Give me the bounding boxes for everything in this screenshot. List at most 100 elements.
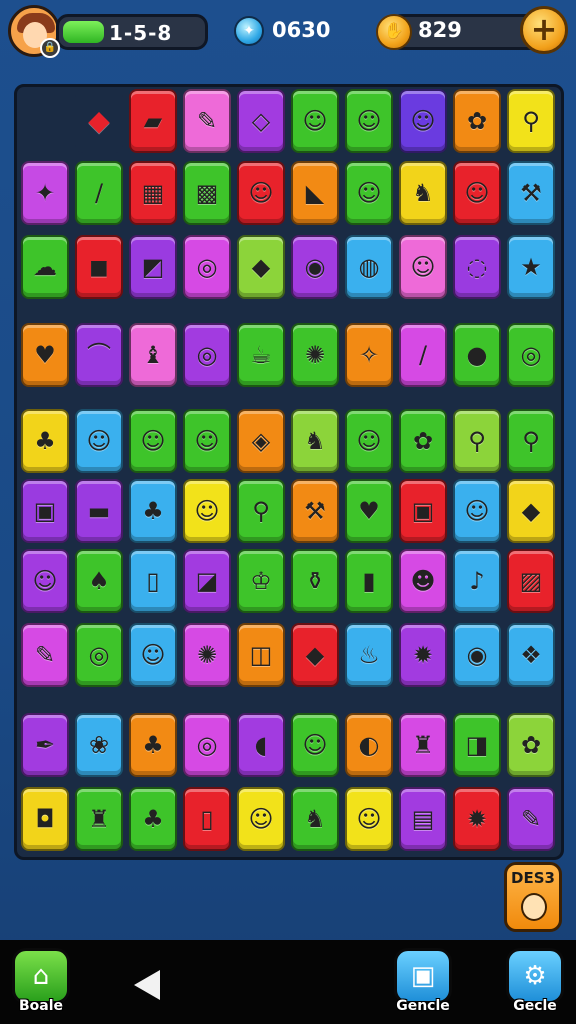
- game-tile[interactable]: ☺: [453, 161, 501, 225]
- game-tile[interactable]: ☁: [21, 235, 69, 299]
- game-tile[interactable]: ◖: [237, 713, 285, 777]
- game-tile[interactable]: ◨: [453, 713, 501, 777]
- game-tile[interactable]: ⚒: [507, 161, 555, 225]
- game-tile[interactable]: ▬: [75, 479, 123, 543]
- game-tile[interactable]: ⚲: [237, 479, 285, 543]
- game-tile[interactable]: ▯: [183, 787, 231, 851]
- game-tile[interactable]: ♣: [129, 713, 177, 777]
- game-tile[interactable]: ◍: [345, 235, 393, 299]
- game-tile[interactable]: ☺: [183, 479, 231, 543]
- game-tile[interactable]: ☺: [129, 623, 177, 687]
- back-arrow-icon[interactable]: [134, 970, 160, 1000]
- game-tile[interactable]: ▤: [399, 787, 447, 851]
- game-tile[interactable]: ◫: [237, 623, 285, 687]
- game-tile[interactable]: ☺: [75, 409, 123, 473]
- game-tile[interactable]: ☕: [237, 323, 285, 387]
- game-tile[interactable]: ▣: [399, 479, 447, 543]
- game-tile[interactable]: ❖: [507, 623, 555, 687]
- game-tile[interactable]: ◩: [129, 235, 177, 299]
- game-tile[interactable]: ▩: [183, 161, 231, 225]
- game-tile[interactable]: ✒: [21, 713, 69, 777]
- game-tile[interactable]: ◎: [75, 623, 123, 687]
- game-tile[interactable]: ♥: [21, 323, 69, 387]
- game-tile[interactable]: ◎: [183, 235, 231, 299]
- game-tile[interactable]: /: [399, 323, 447, 387]
- game-tile[interactable]: ✿: [453, 89, 501, 153]
- home-button[interactable]: ⌂: [12, 948, 70, 1004]
- game-tile[interactable]: ◐: [345, 713, 393, 777]
- game-tile[interactable]: ♞: [291, 409, 339, 473]
- game-tile[interactable]: ◼: [75, 235, 123, 299]
- game-tile[interactable]: ▰: [129, 89, 177, 153]
- game-tile[interactable]: ✎: [183, 89, 231, 153]
- game-tile[interactable]: ◉: [453, 623, 501, 687]
- game-tile[interactable]: ♨: [345, 623, 393, 687]
- game-tile[interactable]: ▦: [129, 161, 177, 225]
- game-tile[interactable]: ☺: [345, 89, 393, 153]
- game-tile[interactable]: ☺: [399, 235, 447, 299]
- game-tile[interactable]: ♠: [75, 549, 123, 613]
- shop-button[interactable]: ▣: [394, 948, 452, 1004]
- game-tile[interactable]: ✺: [183, 623, 231, 687]
- game-tile[interactable]: ✎: [507, 787, 555, 851]
- game-tile[interactable]: ◘: [21, 787, 69, 851]
- game-tile[interactable]: ▨: [507, 549, 555, 613]
- game-tile[interactable]: ✹: [453, 787, 501, 851]
- game-tile[interactable]: ★: [507, 235, 555, 299]
- game-tile[interactable]: ☺: [399, 89, 447, 153]
- game-tile[interactable]: ◣: [291, 161, 339, 225]
- game-tile[interactable]: ☺: [21, 549, 69, 613]
- game-tile[interactable]: ♜: [75, 787, 123, 851]
- game-tile[interactable]: ◎: [183, 323, 231, 387]
- game-tile[interactable]: ⚱: [291, 549, 339, 613]
- game-tile[interactable]: ♪: [453, 549, 501, 613]
- game-tile[interactable]: ▮: [345, 549, 393, 613]
- game-tile[interactable]: ◆: [75, 89, 123, 153]
- game-tile[interactable]: ●: [453, 323, 501, 387]
- hint-button[interactable]: DES3: [504, 862, 562, 932]
- game-tile[interactable]: ✿: [507, 713, 555, 777]
- game-tile[interactable]: ☺: [183, 409, 231, 473]
- game-tile[interactable]: ♔: [237, 549, 285, 613]
- game-tile[interactable]: ✎: [21, 623, 69, 687]
- game-tile[interactable]: ⌒: [75, 323, 123, 387]
- game-tile[interactable]: ♥: [345, 479, 393, 543]
- game-tile[interactable]: ♞: [291, 787, 339, 851]
- settings-button[interactable]: ⚙: [506, 948, 564, 1004]
- game-tile[interactable]: ◆: [237, 235, 285, 299]
- game-tile[interactable]: ✦: [21, 161, 69, 225]
- game-tile[interactable]: ⚲: [507, 409, 555, 473]
- game-tile[interactable]: ♞: [399, 161, 447, 225]
- game-tile[interactable]: ☺: [345, 787, 393, 851]
- game-tile[interactable]: ☺: [291, 713, 339, 777]
- game-tile[interactable]: ♜: [399, 713, 447, 777]
- game-tile[interactable]: ♣: [129, 787, 177, 851]
- game-tile[interactable]: ♣: [21, 409, 69, 473]
- game-tile[interactable]: ◉: [291, 235, 339, 299]
- game-tile[interactable]: ▯: [129, 549, 177, 613]
- game-tile[interactable]: ⚲: [453, 409, 501, 473]
- game-tile[interactable]: ◪: [183, 549, 231, 613]
- game-tile[interactable]: ☺: [129, 409, 177, 473]
- game-tile[interactable]: ☺: [345, 409, 393, 473]
- game-tile[interactable]: ✿: [399, 409, 447, 473]
- game-tile[interactable]: ◆: [291, 623, 339, 687]
- game-tile[interactable]: ✹: [399, 623, 447, 687]
- game-tile[interactable]: ◈: [237, 409, 285, 473]
- game-tile[interactable]: ◌: [453, 235, 501, 299]
- game-tile[interactable]: ♝: [129, 323, 177, 387]
- game-tile[interactable]: ❀: [75, 713, 123, 777]
- game-tile[interactable]: ◎: [183, 713, 231, 777]
- game-tile[interactable]: ☺: [237, 787, 285, 851]
- game-tile[interactable]: /: [75, 161, 123, 225]
- game-tile[interactable]: ☺: [345, 161, 393, 225]
- game-tile[interactable]: ✺: [291, 323, 339, 387]
- game-tile[interactable]: ◎: [507, 323, 555, 387]
- game-tile[interactable]: ☻: [399, 549, 447, 613]
- game-tile[interactable]: ◆: [507, 479, 555, 543]
- game-tile[interactable]: ☺: [291, 89, 339, 153]
- game-tile[interactable]: ✧: [345, 323, 393, 387]
- game-tile[interactable]: ☺: [453, 479, 501, 543]
- game-tile[interactable]: ⚲: [507, 89, 555, 153]
- game-tile[interactable]: ⚒: [291, 479, 339, 543]
